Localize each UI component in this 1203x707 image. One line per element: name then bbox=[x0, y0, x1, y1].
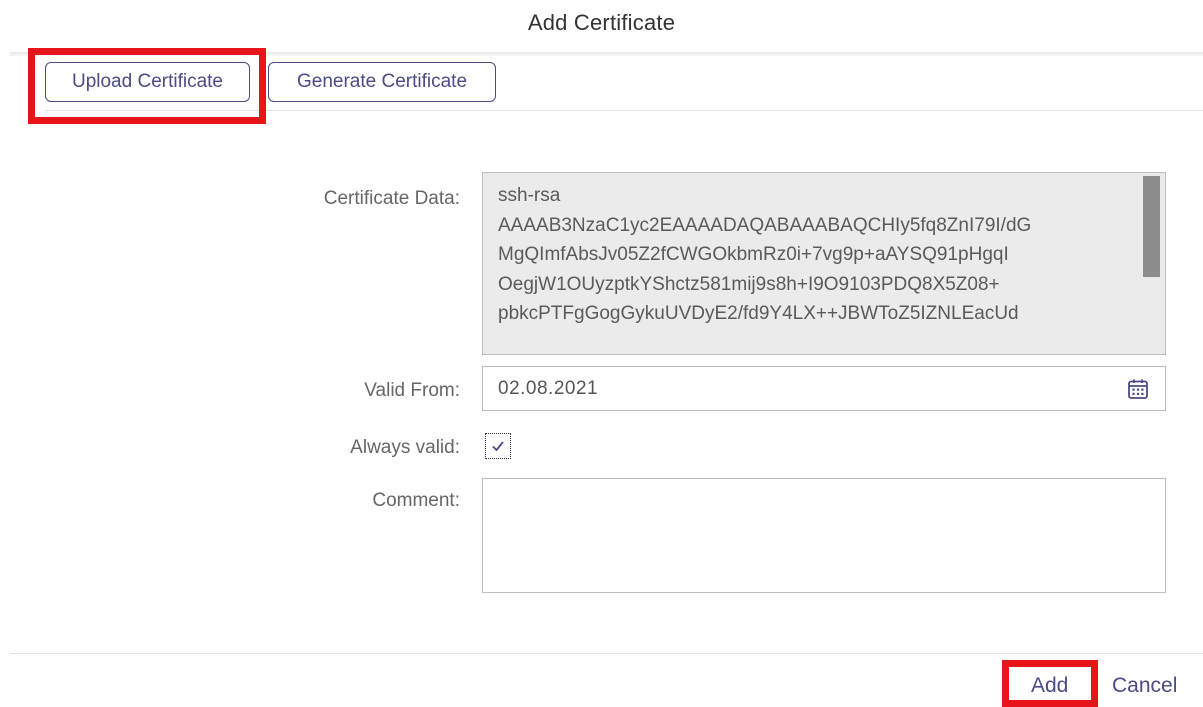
certificate-data-label: Certificate Data: bbox=[323, 188, 460, 209]
scrollbar-thumb[interactable] bbox=[1143, 176, 1160, 277]
valid-from-date-input[interactable]: 02.08.2021 bbox=[482, 366, 1166, 411]
calendar-icon[interactable] bbox=[1127, 378, 1149, 400]
comment-label: Comment: bbox=[372, 490, 460, 511]
checkmark-icon bbox=[492, 441, 504, 452]
certificate-data-text: ssh-rsa AAAAB3NzaC1yc2EAAAADAQABAAABAQCH… bbox=[498, 185, 1032, 324]
always-valid-checkbox[interactable] bbox=[485, 433, 511, 459]
add-certificate-dialog: Add Certificate Upload Certificate Gener… bbox=[0, 0, 1203, 707]
certificate-data-scrollbar[interactable] bbox=[1139, 173, 1165, 354]
tab-divider bbox=[45, 110, 1203, 111]
dialog-title: Add Certificate bbox=[527, 10, 676, 35]
valid-from-label: Valid From: bbox=[364, 380, 460, 401]
upload-certificate-button[interactable]: Upload Certificate bbox=[45, 62, 250, 102]
always-valid-label: Always valid: bbox=[350, 437, 460, 458]
comment-textarea[interactable] bbox=[482, 478, 1166, 593]
tab-bar: Upload Certificate Generate Certificate bbox=[45, 62, 496, 106]
add-button[interactable]: Add bbox=[1031, 674, 1068, 698]
generate-certificate-button[interactable]: Generate Certificate bbox=[268, 62, 496, 102]
cancel-button[interactable]: Cancel bbox=[1112, 674, 1177, 698]
valid-from-value: 02.08.2021 bbox=[498, 378, 599, 399]
footer-divider bbox=[10, 653, 1203, 654]
certificate-data-textarea[interactable]: ssh-rsa AAAAB3NzaC1yc2EAAAADAQABAAABAQCH… bbox=[482, 172, 1166, 355]
title-divider bbox=[10, 52, 1203, 56]
